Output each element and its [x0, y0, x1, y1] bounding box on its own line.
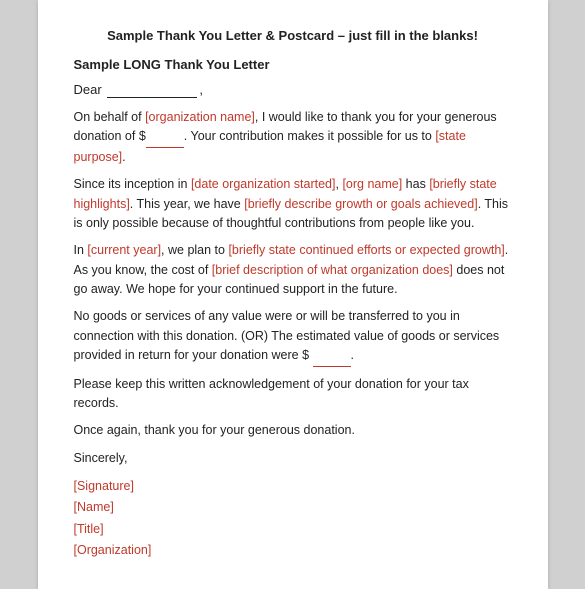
donation-amount-blank [146, 127, 184, 147]
signature-block: [Signature] [Name] [Title] [Organization… [74, 476, 512, 561]
title-line: [Title] [74, 519, 512, 540]
org-does-placeholder: [brief description of what organization … [212, 263, 453, 277]
name-line: [Name] [74, 497, 512, 518]
closing: Sincerely, [74, 449, 512, 468]
page-title: Sample Thank You Letter & Postcard – jus… [74, 28, 512, 43]
paragraph-1: On behalf of [organization name], I woul… [74, 108, 512, 167]
org-name-placeholder: [organization name] [145, 110, 255, 124]
letter-page: Sample Thank You Letter & Postcard – jus… [38, 0, 548, 589]
growth-goals-placeholder: [briefly describe growth or goals achiev… [244, 197, 477, 211]
section-title: Sample LONG Thank You Letter [74, 57, 512, 72]
state-purpose-placeholder: [state purpose] [74, 129, 466, 163]
organization-line: [Organization] [74, 540, 512, 561]
goods-value-blank [313, 346, 351, 366]
continued-efforts-placeholder: [briefly state continued efforts or expe… [228, 243, 504, 257]
paragraph-4: No goods or services of any value were o… [74, 307, 512, 366]
salutation: Dear , [74, 82, 512, 98]
paragraph-2: Since its inception in [date organizatio… [74, 175, 512, 233]
org-name2-placeholder: [org name] [342, 177, 402, 191]
current-year-placeholder: [current year] [87, 243, 161, 257]
salutation-blank [107, 82, 197, 98]
date-started-placeholder: [date organization started] [191, 177, 336, 191]
salutation-prefix: Dear [74, 82, 102, 97]
paragraph-3: In [current year], we plan to [briefly s… [74, 241, 512, 299]
signature-line: [Signature] [74, 476, 512, 497]
paragraph-5: Please keep this written acknowledgement… [74, 375, 512, 414]
paragraph-6: Once again, thank you for your generous … [74, 421, 512, 440]
